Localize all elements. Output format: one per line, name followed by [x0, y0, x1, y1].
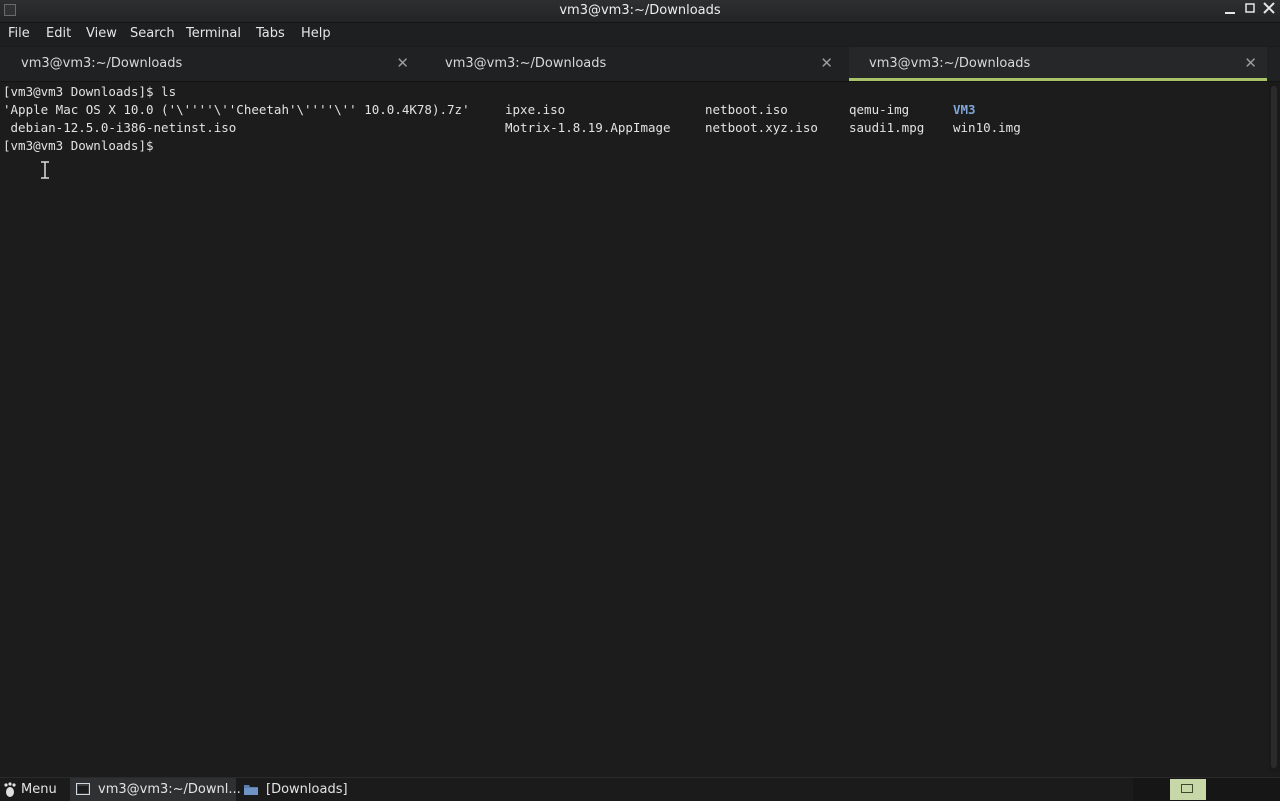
- terminal-output[interactable]: [vm3@vm3 Downloads]$ ls 'Apple Mac OS X …: [0, 82, 1268, 772]
- ls-entry: Motrix-1.8.19.AppImage: [505, 120, 671, 135]
- close-tab-icon[interactable]: ✕: [396, 54, 409, 72]
- menu-button-label: Menu: [21, 782, 57, 797]
- menu-terminal[interactable]: Terminal: [186, 26, 241, 41]
- close-tab-icon[interactable]: ✕: [820, 54, 833, 72]
- workspace-icon: [1181, 784, 1193, 793]
- ls-entry: 'Apple Mac OS X 10.0 ('\''''\''Cheetah'\…: [3, 102, 470, 117]
- command-line: [vm3@vm3 Downloads]$ ls: [3, 84, 177, 99]
- tab-label: vm3@vm3:~/Downloads: [21, 56, 183, 71]
- minimize-icon[interactable]: [1221, 1, 1239, 21]
- ibeam-cursor-icon: [40, 160, 50, 180]
- taskbar: Menu vm3@vm3:~/Downl... [Downloads]: [0, 777, 1280, 801]
- ls-entry: netboot.xyz.iso: [705, 120, 818, 135]
- prompt-line: [vm3@vm3 Downloads]$: [3, 138, 154, 153]
- taskbar-terminal-window[interactable]: vm3@vm3:~/Downl...: [70, 778, 241, 801]
- menu-edit[interactable]: Edit: [46, 26, 71, 41]
- scrollbar[interactable]: [1268, 82, 1280, 772]
- ls-entry: qemu-img: [849, 102, 910, 117]
- menu-tabs[interactable]: Tabs: [256, 26, 285, 41]
- scrollbar-thumb[interactable]: [1271, 86, 1277, 768]
- ls-entry: debian-12.5.0-i386-netinst.iso: [3, 120, 237, 135]
- taskbar-item-label: vm3@vm3:~/Downl...: [98, 782, 241, 797]
- menu-view[interactable]: View: [86, 26, 117, 41]
- ls-entry: saudi1.mpg: [849, 120, 925, 135]
- menu-bar: File Edit View Search Terminal Tabs Help: [0, 23, 1280, 46]
- title-bar: vm3@vm3:~/Downloads: [0, 0, 1280, 23]
- folder-icon: [243, 782, 259, 800]
- menu-file[interactable]: File: [8, 26, 30, 41]
- ls-entry: ipxe.iso: [505, 102, 566, 117]
- tab-bar: vm3@vm3:~/Downloads ✕ vm3@vm3:~/Download…: [0, 47, 1280, 82]
- system-tray: [1133, 778, 1280, 801]
- tab-3[interactable]: vm3@vm3:~/Downloads ✕: [849, 47, 1267, 81]
- maximize-icon[interactable]: [1241, 1, 1259, 21]
- tab-label: vm3@vm3:~/Downloads: [869, 56, 1031, 71]
- taskbar-downloads-window[interactable]: [Downloads]: [240, 778, 370, 801]
- ls-entry: netboot.iso: [705, 102, 788, 117]
- taskbar-item-label: [Downloads]: [266, 782, 348, 797]
- window-title: vm3@vm3:~/Downloads: [559, 3, 721, 18]
- start-menu-button[interactable]: Menu: [0, 778, 64, 801]
- ls-directory-entry: VM3: [953, 102, 976, 117]
- tab-label: vm3@vm3:~/Downloads: [445, 56, 607, 71]
- close-window-icon[interactable]: [1260, 1, 1278, 21]
- ls-entry: win10.img: [953, 120, 1021, 135]
- menu-help[interactable]: Help: [301, 26, 331, 41]
- active-tab-indicator: [849, 78, 1267, 81]
- tab-1[interactable]: vm3@vm3:~/Downloads ✕: [1, 47, 419, 81]
- menu-search[interactable]: Search: [130, 26, 175, 41]
- tab-2[interactable]: vm3@vm3:~/Downloads ✕: [425, 47, 843, 81]
- close-tab-icon[interactable]: ✕: [1244, 54, 1257, 72]
- terminal-icon: [76, 783, 90, 799]
- gnome-foot-icon: [3, 782, 18, 801]
- workspace-switcher[interactable]: [1170, 779, 1206, 800]
